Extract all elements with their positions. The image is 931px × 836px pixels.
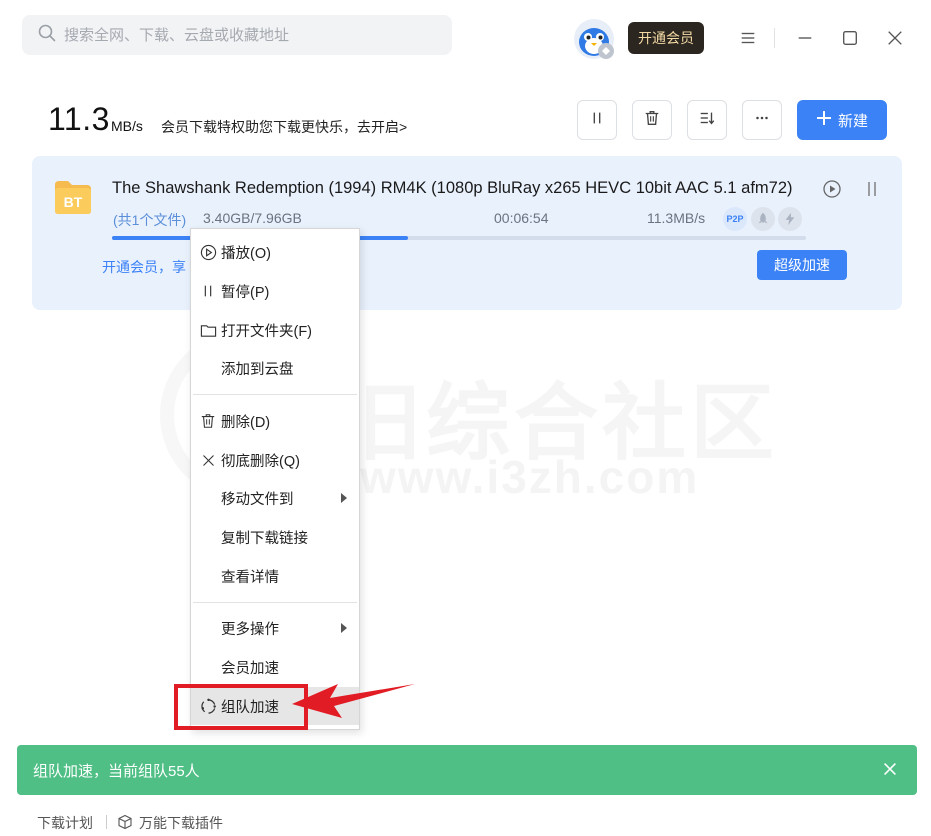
search-icon xyxy=(38,24,56,47)
download-speed: 11.3MB/s xyxy=(647,210,706,226)
total-speed-value: 11.3 xyxy=(48,101,110,137)
x-icon xyxy=(199,451,217,469)
pause-icon[interactable] xyxy=(862,179,882,199)
toast-notification: 组队加速，当前组队55人 xyxy=(17,745,917,795)
menu-item-label: 更多操作 xyxy=(221,621,279,638)
menu-icon[interactable] xyxy=(734,24,762,52)
context-menu: 播放(O) 暂停(P) 打开文件夹(F) 添加到云盘 删除(D) 彻底删除(Q)… xyxy=(190,228,360,730)
close-icon[interactable] xyxy=(881,24,909,52)
download-plan-link[interactable]: 下载计划 xyxy=(37,813,93,833)
highlight-box xyxy=(174,684,308,730)
menu-item-label: 移动文件到 xyxy=(221,491,294,508)
pause-icon xyxy=(199,282,217,300)
menu-item-pause[interactable]: 暂停(P) xyxy=(191,272,359,310)
close-icon[interactable] xyxy=(881,760,901,780)
menu-item-add-to-cloud[interactable]: 添加到云盘 xyxy=(191,349,359,387)
total-speed-unit: MB/s xyxy=(111,118,143,134)
menu-item-label: 打开文件夹(F) xyxy=(221,323,313,340)
pause-all-icon xyxy=(588,109,606,132)
menu-item-label: 会员加速 xyxy=(221,660,279,677)
bt-file-icon: BT xyxy=(53,177,93,217)
new-download-button[interactable]: 新建 xyxy=(797,100,887,140)
watermark-url: www.i3zh.com xyxy=(360,451,700,503)
menu-item-label: 暂停(P) xyxy=(221,284,270,301)
open-vip-button[interactable]: 开通会员 xyxy=(628,22,704,54)
play-circle-icon[interactable] xyxy=(822,179,842,199)
time-remaining: 00:06:54 xyxy=(494,210,549,226)
footer-plugin-label: 万能下载插件 xyxy=(139,815,223,831)
footer-divider xyxy=(106,815,107,829)
sort-button[interactable] xyxy=(687,100,727,140)
p2p-badge: P2P xyxy=(723,207,747,231)
new-button-label: 新建 xyxy=(837,112,868,130)
delete-button[interactable] xyxy=(632,100,672,140)
menu-item-more-actions[interactable]: 更多操作 xyxy=(191,609,359,647)
window-controls-divider xyxy=(774,28,775,48)
menu-item-open-folder[interactable]: 打开文件夹(F) xyxy=(191,311,359,349)
rocket-icon[interactable] xyxy=(751,207,775,231)
search-input[interactable] xyxy=(64,26,434,44)
menu-divider xyxy=(193,394,357,395)
bt-badge-text: BT xyxy=(64,194,83,210)
more-icon xyxy=(753,109,771,132)
maximize-icon[interactable] xyxy=(836,24,864,52)
file-title[interactable]: The Shawshank Redemption (1994) RM4K (10… xyxy=(112,179,806,198)
file-size: 3.40GB/7.96GB xyxy=(203,210,302,226)
pause-all-button[interactable] xyxy=(577,100,617,140)
submenu-arrow-icon xyxy=(341,623,347,633)
submenu-arrow-icon xyxy=(341,493,347,503)
menu-item-play[interactable]: 播放(O) xyxy=(191,233,359,271)
footer-plan-label: 下载计划 xyxy=(37,815,93,831)
delete-icon xyxy=(643,109,661,132)
menu-item-delete-permanently[interactable]: 彻底删除(Q) xyxy=(191,441,359,479)
folder-icon xyxy=(199,321,217,339)
sort-icon xyxy=(698,109,716,132)
menu-item-delete[interactable]: 删除(D) xyxy=(191,402,359,440)
menu-item-copy-link[interactable]: 复制下载链接 xyxy=(191,518,359,556)
lightning-icon[interactable] xyxy=(778,207,802,231)
more-button[interactable] xyxy=(742,100,782,140)
menu-item-label: 复制下载链接 xyxy=(221,530,308,547)
file-count[interactable]: (共1个文件) xyxy=(113,210,186,230)
toast-message: 组队加速，当前组队55人 xyxy=(33,762,200,780)
plus-icon xyxy=(816,110,832,130)
avatar[interactable] xyxy=(572,17,616,61)
search-box[interactable] xyxy=(22,15,452,55)
play-circle-icon xyxy=(199,243,217,261)
menu-item-label: 添加到云盘 xyxy=(221,361,294,378)
menu-item-label: 查看详情 xyxy=(221,569,279,586)
red-arrow-icon xyxy=(292,684,415,718)
menu-item-details[interactable]: 查看详情 xyxy=(191,557,359,595)
vip-speed-promo[interactable]: 开通会员，享 xyxy=(102,257,186,277)
watermark-text: 旧综合社区 xyxy=(338,376,779,470)
cube-icon xyxy=(117,814,133,833)
menu-item-label: 播放(O) xyxy=(221,245,271,262)
super-speed-button[interactable]: 超级加速 xyxy=(757,250,847,280)
minimize-icon[interactable] xyxy=(791,24,819,52)
menu-item-label: 删除(D) xyxy=(221,414,271,431)
trash-icon xyxy=(199,412,217,430)
menu-item-move-file[interactable]: 移动文件到 xyxy=(191,479,359,517)
menu-item-label: 彻底删除(Q) xyxy=(221,453,300,470)
plugin-link[interactable]: 万能下载插件 xyxy=(117,813,223,833)
menu-divider xyxy=(193,602,357,603)
vip-promo-link[interactable]: 会员下载特权助您下载更快乐，去开启> xyxy=(161,117,407,137)
